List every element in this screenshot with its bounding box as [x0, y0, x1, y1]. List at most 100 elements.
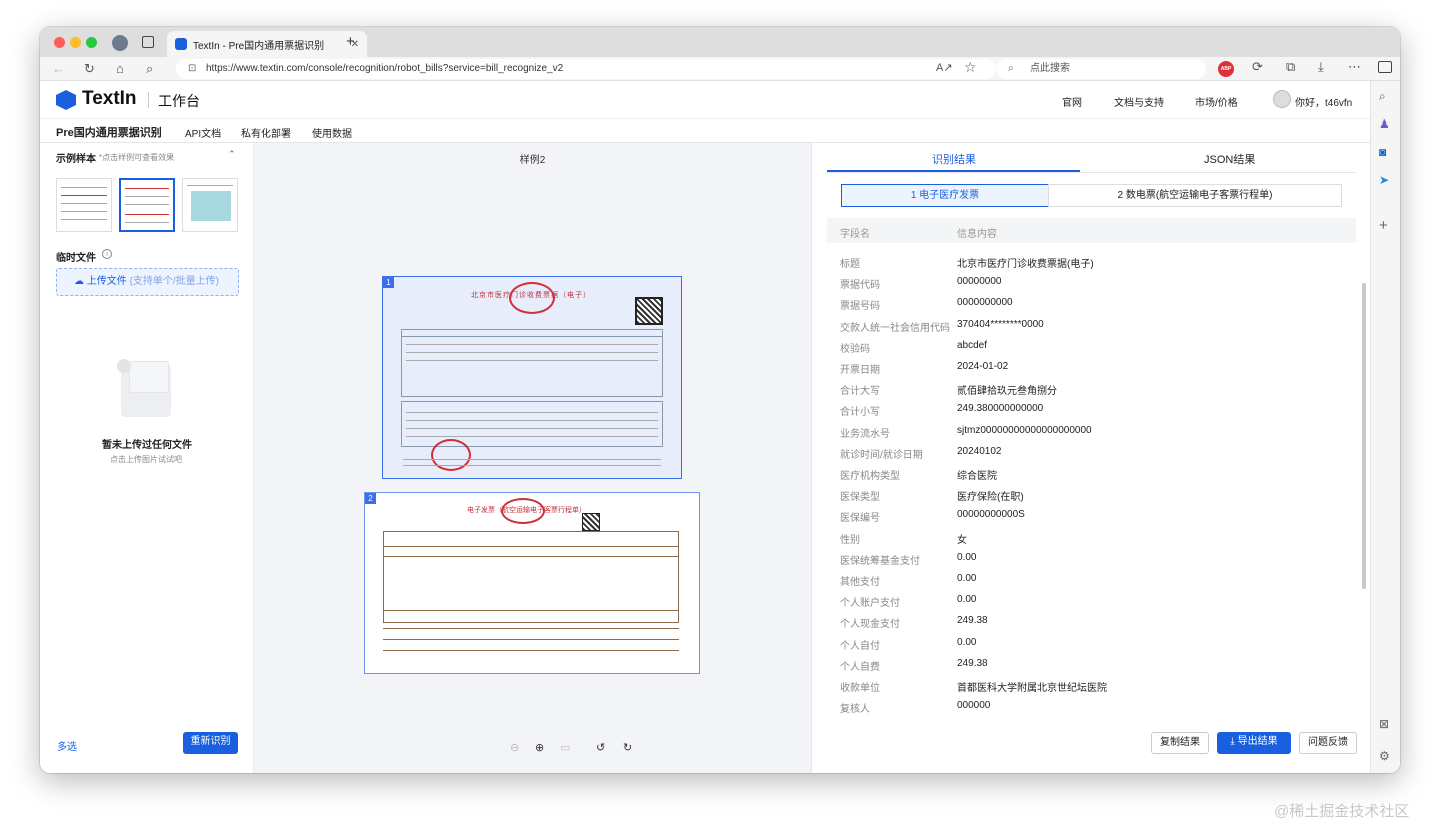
- field-label: 个人账户支付: [840, 598, 900, 610]
- field-label: 个人自付: [840, 640, 880, 652]
- brand-name[interactable]: TextIn: [82, 88, 137, 110]
- service-title[interactable]: Pre国内通用票据识别: [56, 124, 162, 140]
- field-value[interactable]: 贰佰肆拾玖元叁角捌分: [957, 382, 1057, 397]
- more-icon[interactable]: ⋯: [1348, 59, 1361, 75]
- nav-official-site[interactable]: 官网: [1062, 94, 1082, 109]
- preview-title: 样例2: [519, 155, 546, 166]
- field-value[interactable]: 2024-01-02: [957, 361, 1008, 372]
- maximize-window-icon[interactable]: [86, 37, 97, 48]
- field-value[interactable]: 女: [957, 531, 967, 546]
- field-value[interactable]: 000000: [957, 700, 990, 711]
- favorite-icon[interactable]: ☆: [964, 59, 977, 76]
- field-value[interactable]: 249.38: [957, 658, 988, 669]
- profile-avatar[interactable]: [112, 35, 128, 51]
- user-avatar[interactable]: [1273, 90, 1291, 108]
- rotate-right-icon[interactable]: ↻: [623, 741, 632, 754]
- upload-label: 上传文件: [86, 276, 127, 287]
- sidebar-people-icon[interactable]: ♟: [1379, 117, 1390, 131]
- sidebar-toggle-icon[interactable]: [1378, 61, 1392, 73]
- field-value[interactable]: 370404********0000: [957, 319, 1044, 330]
- search-placeholder: 点此搜索: [1030, 63, 1070, 74]
- fit-screen-icon[interactable]: ▭: [560, 741, 570, 754]
- field-value[interactable]: 医疗保险(在职): [957, 488, 1024, 503]
- field-value[interactable]: 00000000000S: [957, 509, 1025, 520]
- export-result-button[interactable]: ⤓ 导出结果: [1217, 732, 1291, 754]
- field-value[interactable]: 北京市医疗门诊收费票据(电子): [957, 255, 1094, 270]
- document-1-box[interactable]: 1 北京市医疗门诊收费票据（电子）: [382, 276, 682, 479]
- subnav-api-docs[interactable]: API文档: [185, 125, 221, 140]
- field-value[interactable]: 首都医科大学附属北京世纪坛医院: [957, 679, 1107, 694]
- extensions-icon[interactable]: ⟳: [1252, 59, 1263, 75]
- download-icon[interactable]: ⤓: [1318, 59, 1324, 75]
- multi-select-link[interactable]: 多选: [57, 738, 77, 753]
- sidebar-screenshot-icon[interactable]: ⊠: [1379, 717, 1389, 731]
- field-value[interactable]: 0.00: [957, 594, 976, 605]
- field-value[interactable]: 0.00: [957, 552, 976, 563]
- sidebar-add-icon[interactable]: +: [1379, 217, 1388, 234]
- feedback-button[interactable]: 问题反馈: [1299, 732, 1357, 754]
- subnav-usage-data[interactable]: 使用数据: [312, 125, 352, 140]
- collapse-icon[interactable]: ⌃: [228, 149, 236, 160]
- nav-market-price[interactable]: 市场/价格: [1195, 94, 1238, 109]
- brand-divider: [148, 92, 149, 108]
- sidebar-outlook-icon[interactable]: ◙: [1379, 145, 1386, 159]
- sidebar-search-icon[interactable]: ⌕: [1379, 89, 1386, 104]
- field-value[interactable]: 0.00: [957, 637, 976, 648]
- upload-button[interactable]: ☁ 上传文件 (支持单个/批量上传): [56, 268, 239, 296]
- tab-recognition-result[interactable]: 识别结果: [932, 151, 976, 167]
- close-window-icon[interactable]: [54, 37, 65, 48]
- field-value[interactable]: 249.38: [957, 615, 988, 626]
- textin-favicon-icon: [175, 38, 187, 50]
- field-value[interactable]: 综合医院: [957, 467, 997, 482]
- temp-files-title: 临时文件: [56, 253, 96, 264]
- upload-icon: ☁: [74, 276, 84, 287]
- user-greeting[interactable]: 你好，t46vfn: [1295, 94, 1352, 109]
- new-tab-icon[interactable]: +: [346, 33, 355, 50]
- field-label: 票据号码: [840, 301, 880, 313]
- document-2-box[interactable]: 2 电子发票（航空运输电子客票行程单）: [364, 492, 700, 674]
- rerun-button[interactable]: 重新识别: [183, 732, 238, 754]
- sample-thumb-3[interactable]: [182, 178, 238, 232]
- zoom-out-icon[interactable]: ⊖: [510, 741, 519, 754]
- back-icon[interactable]: ←: [52, 61, 65, 77]
- info-icon[interactable]: i: [102, 249, 112, 259]
- result-scrollbar[interactable]: [1362, 283, 1366, 589]
- app-header: TextIn 工作台 官网 文档与支持 市场/价格 你好，t46vfn: [40, 81, 1370, 119]
- field-value[interactable]: 00000000: [957, 276, 1002, 287]
- subtab-medical-invoice[interactable]: 1 电子医疗发票: [841, 184, 1049, 207]
- field-value[interactable]: 20240102: [957, 446, 1002, 457]
- field-label: 个人自费: [840, 661, 880, 673]
- zoom-in-icon[interactable]: ⊕: [535, 741, 544, 754]
- browser-tab-active[interactable]: TextIn - Pre国内通用票据识别 ✕: [167, 31, 367, 57]
- field-value[interactable]: 249.380000000000: [957, 403, 1043, 414]
- field-value[interactable]: 0000000000: [957, 297, 1013, 308]
- reload-icon[interactable]: ↻: [84, 61, 95, 77]
- sub-navigation: Pre国内通用票据识别 API文档 私有化部署 使用数据: [40, 119, 1370, 143]
- tab-actions-icon[interactable]: [142, 36, 154, 48]
- rotate-left-icon[interactable]: ↺: [596, 741, 605, 754]
- sidebar-settings-icon[interactable]: ⚙: [1379, 749, 1390, 763]
- adblock-icon[interactable]: ABP: [1218, 61, 1234, 77]
- field-label: 票据代码: [840, 280, 880, 292]
- subtab-air-ticket[interactable]: 2 数电票(航空运输电子客票行程单): [1048, 184, 1342, 207]
- field-value[interactable]: sjtmz00000000000000000000: [957, 425, 1092, 436]
- sample-thumb-2[interactable]: [119, 178, 175, 232]
- tab-json-result[interactable]: JSON结果: [1204, 151, 1255, 167]
- sample-thumb-1[interactable]: [56, 178, 112, 232]
- minimize-window-icon[interactable]: [70, 37, 81, 48]
- home-icon[interactable]: ⌂: [116, 61, 124, 77]
- export-icon: ⤓: [1230, 736, 1235, 747]
- search-field-icon: ⌕: [1008, 63, 1014, 74]
- read-aloud-icon[interactable]: A↗: [936, 61, 953, 74]
- field-value[interactable]: 0.00: [957, 573, 976, 584]
- nav-docs-support[interactable]: 文档与支持: [1114, 94, 1164, 109]
- subnav-private-deploy[interactable]: 私有化部署: [241, 125, 291, 140]
- url-input[interactable]: ⊡ https://www.textin.com/console/recogni…: [176, 59, 996, 79]
- collections-icon[interactable]: ⧉: [1286, 59, 1295, 75]
- sidebar-send-icon[interactable]: ➤: [1379, 173, 1389, 187]
- search-input[interactable]: ⌕ 点此搜索: [996, 59, 1206, 79]
- copy-result-button[interactable]: 复制结果: [1151, 732, 1209, 754]
- search-icon[interactable]: ⌕: [146, 61, 153, 77]
- workspace-label[interactable]: 工作台: [158, 91, 200, 111]
- field-value[interactable]: abcdef: [957, 340, 987, 351]
